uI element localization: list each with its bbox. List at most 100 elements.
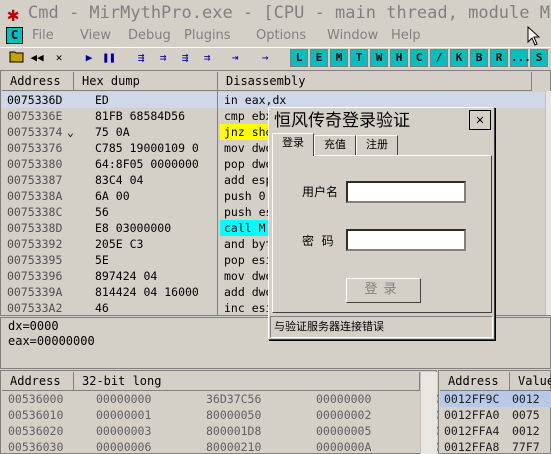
row-disassembly: in eax,dx bbox=[224, 93, 287, 107]
dump-header-address[interactable]: Address bbox=[2, 372, 74, 391]
status-bar: 与验证服务器连接错误 bbox=[270, 316, 493, 338]
tab-login[interactable]: 登录 bbox=[272, 133, 314, 156]
toolbar-run-trace-button[interactable]: ... bbox=[510, 49, 531, 67]
close-icon[interactable]: ✕ bbox=[469, 110, 491, 130]
toolbar-breakpoints-button[interactable]: B bbox=[470, 49, 488, 67]
bug-icon: ✱ bbox=[6, 2, 20, 26]
close-icon[interactable]: ✕ bbox=[50, 49, 68, 67]
dump-value: 00000005 bbox=[316, 424, 372, 438]
dump-value: 00000006 bbox=[96, 440, 152, 454]
step-over-icon[interactable]: ⇉ bbox=[154, 49, 172, 67]
dump-value: 0000000A bbox=[316, 440, 372, 454]
column-header-disassembly[interactable]: Disassembly bbox=[218, 72, 532, 91]
stack-address: 0012FFA0 bbox=[444, 408, 500, 422]
column-divider bbox=[217, 91, 218, 315]
dump-row[interactable]: 0053602000000003800001D800000005800 bbox=[8, 423, 447, 439]
execute-till-return-icon[interactable]: ⇥ bbox=[226, 49, 244, 67]
mouse-cursor-icon bbox=[527, 26, 541, 46]
column-header-address[interactable]: Address bbox=[2, 72, 74, 91]
dump-row[interactable]: 005360000000000036D37C5600000000000 bbox=[8, 391, 447, 407]
trace-into-icon[interactable]: ⇶ bbox=[176, 49, 194, 67]
toolbar-cpu-button[interactable]: C bbox=[410, 49, 428, 67]
stack-row[interactable]: 0012FFA0 0075 bbox=[440, 407, 551, 423]
toolbar-memory-button[interactable]: M bbox=[330, 49, 348, 67]
column-header-hex[interactable]: Hex dump bbox=[74, 72, 218, 91]
dump-list: 005360000000000036D37C560000000000000536… bbox=[8, 391, 447, 454]
toolbar-handles-button[interactable]: H bbox=[390, 49, 408, 67]
stack-row[interactable]: 0012FF9C 0012 bbox=[440, 391, 551, 407]
password-label: 密 码 bbox=[302, 234, 334, 248]
toolbar-references-button[interactable]: R bbox=[490, 49, 508, 67]
row-hex: 83C4 04 bbox=[95, 173, 144, 187]
row-address: 00753387 bbox=[7, 173, 63, 187]
toolbar-log-button[interactable]: L bbox=[290, 49, 308, 67]
tab-register[interactable]: 注册 bbox=[356, 135, 398, 155]
dump-row[interactable]: 0053603000000006800002100000000A800 bbox=[8, 439, 447, 454]
dump-header-value[interactable]: 32-bit long bbox=[74, 372, 420, 391]
dump-row[interactable]: 00536010000000018000005000000002800 bbox=[8, 407, 447, 423]
menu-debug[interactable]: Debug bbox=[128, 27, 171, 45]
row-address: 00753395 bbox=[7, 253, 63, 267]
window-title: Cmd - MirMythPro.exe - [CPU - main threa… bbox=[28, 3, 551, 23]
toolbar-source-button[interactable]: S bbox=[530, 49, 548, 67]
stack-row[interactable]: 0012FFA4 0012 bbox=[440, 423, 551, 439]
stack-value: 77F7 bbox=[512, 440, 540, 454]
dump-address: 00536000 bbox=[8, 392, 64, 406]
username-field[interactable] bbox=[346, 181, 466, 203]
run-icon[interactable]: ▶ bbox=[80, 49, 98, 67]
trace-over-icon[interactable]: ⇉ bbox=[198, 49, 216, 67]
row-hex: 6A 00 bbox=[95, 189, 130, 203]
cpu-window-icon[interactable]: C bbox=[6, 27, 23, 44]
dump-address: 00536020 bbox=[8, 424, 64, 438]
stack-header-address[interactable]: Address bbox=[440, 372, 510, 391]
row-address: 0075336D bbox=[7, 93, 63, 107]
cpu-scrollbar[interactable] bbox=[545, 91, 551, 315]
toolbar-modules-button[interactable]: E bbox=[310, 49, 328, 67]
stack-row[interactable]: 0012FFA8 77F7 bbox=[440, 439, 551, 454]
tab-recharge[interactable]: 充值 bbox=[314, 135, 356, 155]
stack-header-value[interactable]: Value bbox=[510, 372, 551, 391]
dialog-title: 恒风传奇登录验证 bbox=[270, 109, 493, 133]
register-line: eax=00000000 bbox=[8, 334, 95, 348]
menu-window[interactable]: Window bbox=[327, 27, 378, 45]
row-hex: 81FB 68584D56 bbox=[95, 109, 186, 123]
disassembly-row[interactable]: 0075336D ED in eax,dx bbox=[2, 92, 545, 108]
row-hex: 64:8F05 0000000 bbox=[95, 157, 199, 171]
toolbar-patches-button[interactable]: / bbox=[430, 49, 448, 67]
row-disassembly: call M bbox=[220, 220, 270, 236]
menu-file[interactable]: File bbox=[32, 27, 54, 45]
dump-value: 800001D8 bbox=[206, 424, 262, 438]
stack-address: 0012FF9C bbox=[444, 392, 500, 406]
row-address: 0075336E bbox=[7, 109, 63, 123]
row-hex: 56 bbox=[95, 205, 109, 219]
dump-address: 00536030 bbox=[8, 440, 64, 454]
row-hex: 814424 04 16000 bbox=[95, 285, 199, 299]
step-into-icon[interactable]: ⇶ bbox=[132, 49, 150, 67]
menu-options[interactable]: Options bbox=[256, 27, 306, 45]
row-address: 00753374 bbox=[7, 125, 63, 139]
title-bar: ✱ Cmd - MirMythPro.exe - [CPU - main thr… bbox=[0, 0, 551, 26]
stack-value: 0075 bbox=[512, 408, 540, 422]
stack-value: 0012 bbox=[512, 424, 540, 438]
menu-view[interactable]: View bbox=[80, 27, 111, 45]
rewind-icon[interactable]: ◀◀ bbox=[28, 49, 46, 67]
menu-plugins[interactable]: Plugins bbox=[184, 27, 231, 45]
pause-icon[interactable]: ❚❚ bbox=[100, 49, 118, 67]
dump-value: 80000210 bbox=[206, 440, 262, 454]
row-address: 00753396 bbox=[7, 269, 63, 283]
toolbar-threads-button[interactable]: T bbox=[350, 49, 368, 67]
dump-value: 00000000 bbox=[96, 392, 152, 406]
open-icon[interactable] bbox=[8, 49, 26, 67]
goto-icon[interactable]: → bbox=[256, 49, 274, 67]
menu-help[interactable]: Help bbox=[391, 27, 421, 45]
dump-value: 00000001 bbox=[96, 408, 152, 422]
dump-scrollbar[interactable] bbox=[420, 372, 437, 454]
dump-value: 36D37C56 bbox=[206, 392, 262, 406]
toolbar-windows-button[interactable]: W bbox=[370, 49, 388, 67]
login-button[interactable]: 登录 bbox=[346, 278, 421, 303]
row-address: 0075338C bbox=[7, 205, 63, 219]
toolbar-callstack-button[interactable]: K bbox=[450, 49, 468, 67]
username-label: 用户名 bbox=[302, 185, 339, 199]
password-field[interactable] bbox=[346, 229, 466, 251]
row-address: 0075338D bbox=[7, 221, 63, 235]
